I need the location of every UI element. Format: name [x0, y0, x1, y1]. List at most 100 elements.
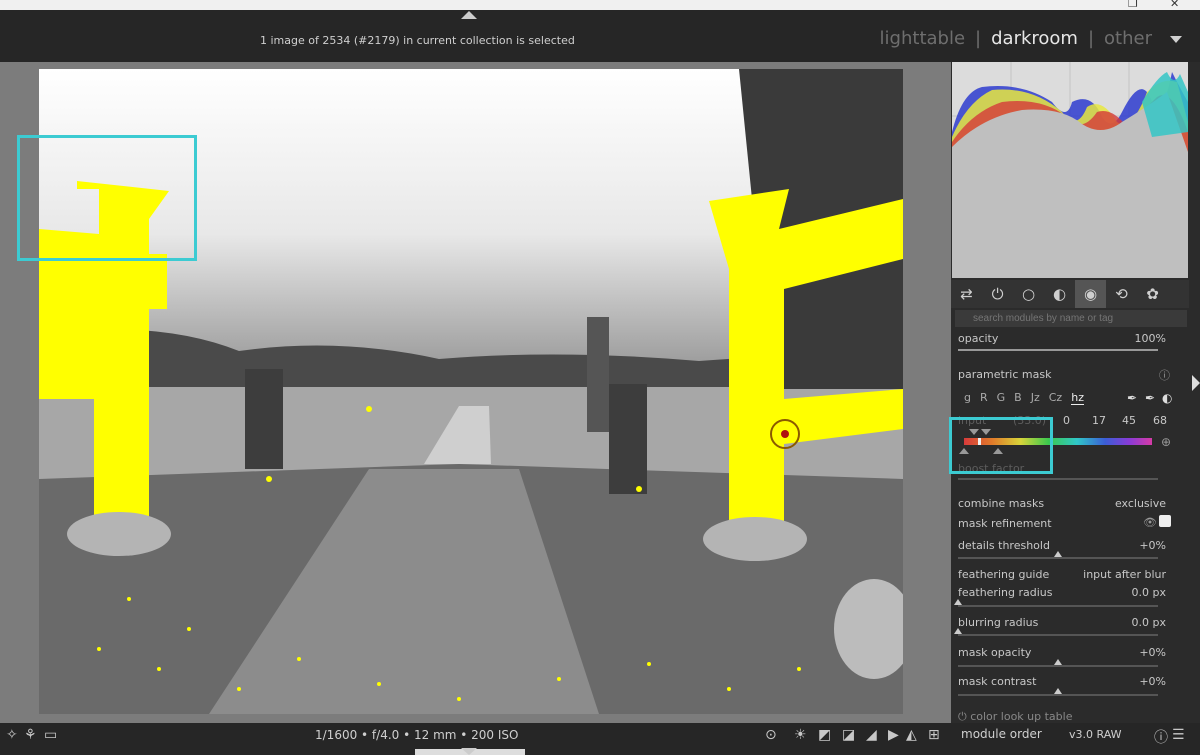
feathering-radius-row[interactable]: feathering radius 0.0 px [958, 586, 1168, 600]
color-picker-set-icon[interactable]: ✒ [1145, 391, 1155, 405]
softproof-icon[interactable]: ◢ [866, 727, 877, 743]
mask-refinement-row[interactable]: mask refinement [958, 517, 1168, 531]
feathering-guide-label: feathering guide [958, 568, 1050, 581]
close-icon[interactable]: ✕ [1170, 0, 1179, 10]
opacity-slider[interactable] [958, 349, 1158, 351]
feathering-radius-label: feathering radius [958, 586, 1053, 599]
view-separator: | [1087, 28, 1095, 49]
restore-icon[interactable]: ❐ [1128, 0, 1138, 10]
right-panel: ⇄ ⏻ ○ ◐ ◉ ⟲ ✿ ⌕ opacity 100% parametric … [949, 62, 1200, 724]
highlight-box-hue-slider [949, 417, 1053, 474]
eye-icon[interactable]: 👁 [1143, 516, 1157, 529]
show-mask-icon[interactable] [1159, 515, 1171, 527]
module-group-tabs: ⇄ ⏻ ○ ◐ ◉ ⟲ ✿ [951, 280, 1189, 308]
grid-icon[interactable]: ⊞ [928, 727, 940, 743]
exif-info: 1/1600 • f/4.0 • 12 mm • 200 ISO [315, 728, 519, 742]
details-threshold-knob[interactable] [1054, 551, 1062, 557]
details-threshold-row[interactable]: details threshold +0% [958, 539, 1168, 553]
feathering-guide-row[interactable]: feathering guide input after blur [958, 568, 1168, 582]
collection-status: 1 image of 2534 (#2179) in current colle… [260, 34, 575, 47]
group-base-icon[interactable]: ○ [1013, 280, 1044, 308]
blurring-radius-value: 0.0 px [1131, 616, 1166, 629]
info-icon[interactable]: ⓘ [1154, 727, 1168, 747]
display-icon[interactable]: ▭ [44, 727, 57, 743]
mask-contrast-value: +0% [1139, 675, 1166, 688]
parametric-mask-title[interactable]: parametric mask [958, 368, 1051, 381]
gamut-check-icon[interactable]: ▶ [888, 727, 899, 743]
mask-contrast-slider[interactable] [958, 688, 1158, 696]
group-active-modules-icon[interactable]: ⏻ [982, 280, 1013, 308]
details-threshold-value: +0% [1139, 539, 1166, 552]
mask-opacity-knob[interactable] [1054, 659, 1062, 665]
view-switcher: lighttable | darkroom | other [880, 28, 1152, 49]
histogram-graph [952, 62, 1188, 278]
collapse-top-panel-icon[interactable] [461, 11, 477, 19]
guides-icon[interactable]: ◭ [906, 727, 917, 743]
channel-tab-cz[interactable]: Cz [1049, 391, 1062, 405]
color-picker-icon[interactable]: ✒ [1127, 391, 1137, 405]
power-icon[interactable]: ⏻ [958, 710, 967, 723]
feathering-radius-knob[interactable] [954, 599, 962, 605]
module-order-value[interactable]: v3.0 RAW [1069, 728, 1122, 741]
mask-opacity-slider[interactable] [958, 659, 1158, 667]
channel-tab-jz[interactable]: Jz [1031, 391, 1040, 405]
channel-tab-g[interactable]: g [964, 391, 971, 405]
collapse-right-panel-icon[interactable] [1192, 375, 1200, 391]
opacity-value: 100% [1134, 332, 1166, 345]
tick-45: 45 [1122, 414, 1136, 427]
module-search-input[interactable] [955, 310, 1187, 327]
group-correct-icon[interactable]: ⟲ [1106, 280, 1137, 308]
opacity-row[interactable]: opacity 100% [958, 332, 1168, 346]
raw-overexposed-icon[interactable]: ◪ [842, 727, 855, 743]
invert-polarity-icon[interactable]: ◐ [1162, 391, 1172, 405]
view-separator: | [975, 28, 982, 49]
combine-masks-label: combine masks [958, 497, 1045, 510]
focus-peaking-icon[interactable]: ⊙ [765, 727, 777, 743]
feathering-radius-slider[interactable] [954, 599, 1158, 607]
group-tone-icon[interactable]: ◐ [1044, 280, 1075, 308]
view-other[interactable]: other [1104, 28, 1152, 49]
tag-icon[interactable]: ✧ [6, 727, 18, 743]
add-marker-icon[interactable]: ⊕ [1161, 435, 1171, 449]
mask-refinement-label: mask refinement [958, 517, 1052, 530]
feathering-guide-value: input after blur [1083, 568, 1166, 581]
details-threshold-slider[interactable] [958, 551, 1158, 559]
overexposed-icon[interactable]: ◩ [818, 727, 831, 743]
channel-tab-b[interactable]: B [1014, 391, 1022, 405]
feathering-radius-value: 0.0 px [1131, 586, 1166, 599]
channel-tab-r[interactable]: R [980, 391, 988, 405]
group-effect-icon[interactable]: ✿ [1137, 280, 1168, 308]
boost-factor-slider[interactable] [958, 478, 1158, 480]
bottom-toolbar: ✧ ⚘ ▭ 1/1600 • f/4.0 • 12 mm • 200 ISO ⊙… [0, 723, 1200, 755]
combine-masks-row[interactable]: combine masks exclusive [958, 497, 1168, 511]
blurring-radius-label: blurring radius [958, 616, 1039, 629]
mask-contrast-knob[interactable] [1054, 688, 1062, 694]
menu-icon[interactable]: ☰ [1172, 727, 1185, 743]
opacity-label: opacity [958, 332, 999, 345]
mask-opacity-row[interactable]: mask opacity +0% [958, 646, 1168, 660]
tick-17: 17 [1092, 414, 1106, 427]
channel-tab-g2[interactable]: G [997, 391, 1006, 405]
collapse-bottom-panel-icon[interactable] [461, 748, 477, 755]
view-menu-chevron-icon[interactable] [1170, 36, 1182, 43]
styles-icon[interactable]: ⚘ [24, 727, 37, 743]
group-quick-access-icon[interactable]: ⇄ [951, 280, 982, 308]
group-color-icon[interactable]: ◉ [1075, 280, 1106, 308]
image-canvas[interactable] [0, 62, 951, 723]
channel-tab-hz[interactable]: hz [1071, 391, 1084, 405]
blurring-radius-knob[interactable] [954, 628, 962, 634]
histogram[interactable] [952, 62, 1188, 278]
view-lighttable[interactable]: lighttable [880, 28, 965, 49]
mask-contrast-label: mask contrast [958, 675, 1037, 688]
mask-opacity-label: mask opacity [958, 646, 1032, 659]
highlight-box-torii-top [17, 135, 197, 261]
blurring-radius-slider[interactable] [954, 628, 1158, 636]
bulb-icon[interactable]: ☀ [794, 727, 807, 743]
mask-channel-tabs: g R G B Jz Cz hz [964, 391, 1084, 405]
mask-contrast-row[interactable]: mask contrast +0% [958, 675, 1168, 689]
view-darkroom[interactable]: darkroom [991, 28, 1078, 49]
info-icon[interactable]: ⓘ [1159, 367, 1170, 383]
blurring-radius-row[interactable]: blurring radius 0.0 px [958, 616, 1168, 630]
mask-opacity-value: +0% [1139, 646, 1166, 659]
next-module-header[interactable]: ⏻ color look up table [958, 710, 1072, 724]
